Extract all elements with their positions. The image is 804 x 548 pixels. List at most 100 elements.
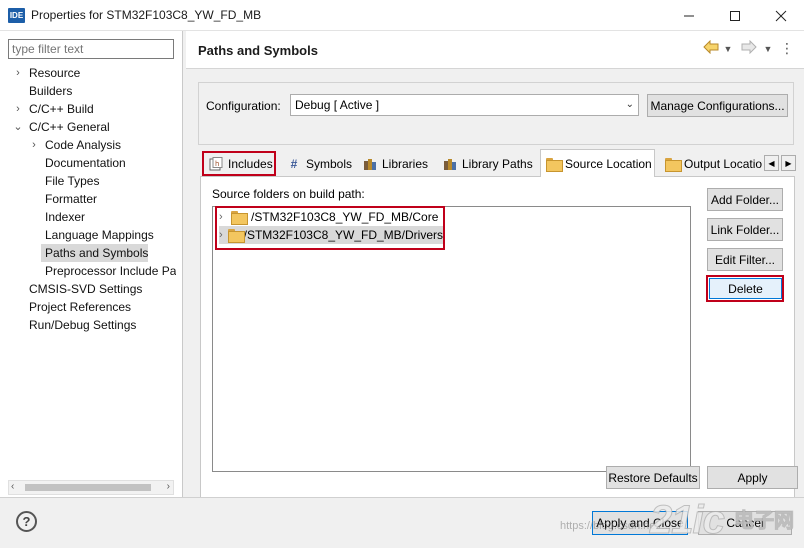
chevron-right-icon[interactable]: › [219, 226, 228, 244]
library-paths-icon [442, 156, 458, 172]
tree-item-label: C/C++ General [29, 120, 110, 134]
window-title: Properties for STM32F103C8_YW_FD_MB [31, 8, 262, 22]
list-item[interactable]: › /STM32F103C8_YW_FD_MB/Drivers [219, 226, 443, 244]
scroll-left-icon[interactable]: ‹ [11, 481, 14, 492]
tree-item-label: Indexer [45, 210, 86, 224]
svg-text:h: h [215, 160, 219, 168]
folder-path: /STM32F103C8_YW_FD_MB/Drivers [243, 228, 443, 242]
tree-item-builders[interactable]: Builders [0, 82, 182, 100]
maximize-icon [730, 10, 740, 21]
chevron-down-icon[interactable]: ⌄ [13, 118, 23, 136]
chevron-down-icon: ⌄ [625, 99, 634, 110]
scroll-right-icon: ▶ [785, 158, 792, 168]
list-item[interactable]: › /STM32F103C8_YW_FD_MB/Core [219, 208, 443, 226]
folder-icon [227, 229, 245, 243]
includes-icon: h [208, 156, 224, 172]
tree-item-project-references[interactable]: Project References [0, 298, 182, 316]
libraries-icon [362, 156, 378, 172]
tree-item-documentation[interactable]: Documentation [0, 154, 182, 172]
restore-defaults-button[interactable]: Restore Defaults [606, 466, 700, 489]
tree-item-label: CMSIS-SVD Settings [29, 282, 143, 296]
page-title: Paths and Symbols [198, 43, 318, 58]
tree-horizontal-scrollbar[interactable]: ‹ › [8, 480, 174, 495]
chevron-right-icon[interactable]: › [13, 64, 23, 82]
tab-scroll-right-button[interactable]: ▶ [781, 155, 796, 171]
scroll-left-icon: ◀ [768, 158, 775, 168]
tree-item-indexer[interactable]: Indexer [0, 208, 182, 226]
hash-icon: # [290, 157, 298, 171]
tab-library-paths[interactable]: Library Paths [438, 152, 536, 176]
category-tree: › Resource Builders › C/C++ Build ⌄ C/C+… [0, 64, 182, 334]
scroll-right-icon[interactable]: › [167, 481, 170, 492]
configuration-value: Debug [ Active ] [295, 98, 380, 112]
folder-icon [545, 156, 563, 172]
tab-scroll-left-button[interactable]: ◀ [764, 155, 779, 171]
folder-icon [231, 211, 248, 225]
tree-item-label: Formatter [45, 192, 98, 206]
manage-configurations-button[interactable]: Manage Configurations... [647, 94, 788, 117]
tree-item-cpp-build[interactable]: › C/C++ Build [0, 100, 182, 118]
view-menu-icon[interactable]: ⋮ [780, 40, 794, 58]
link-folder-button[interactable]: Link Folder... [707, 218, 783, 241]
tree-item-preprocessor-include-paths[interactable]: Preprocessor Include Pat [0, 262, 176, 280]
output-folder-icon [664, 156, 682, 172]
close-icon [775, 10, 787, 21]
forward-menu-chevron-icon[interactable]: ▼ [762, 40, 774, 58]
app-icon: IDE [8, 8, 25, 23]
tree-item-label: File Types [45, 174, 100, 188]
tree-item-label: Preprocessor Include Pat [45, 264, 176, 278]
tree-item-language-mappings[interactable]: Language Mappings [0, 226, 182, 244]
tree-item-label: Documentation [45, 156, 126, 170]
tab-symbols[interactable]: # Symbols [282, 152, 356, 176]
tree-item-label: Resource [29, 66, 81, 80]
tab-label: Source Location [565, 156, 652, 171]
chevron-right-icon[interactable]: › [13, 100, 23, 118]
tree-item-label: Project References [29, 300, 132, 314]
delete-button[interactable]: Delete [709, 278, 782, 299]
tree-item-file-types[interactable]: File Types [0, 172, 182, 190]
configuration-select[interactable]: Debug [ Active ] ⌄ [290, 94, 639, 116]
chevron-right-icon[interactable]: › [219, 208, 231, 226]
tab-divider [200, 176, 794, 177]
tree-item-paths-and-symbols[interactable]: Paths and Symbols [41, 244, 148, 262]
scrollbar-thumb[interactable] [25, 484, 151, 491]
tab-label: Output Locatio [684, 157, 763, 171]
tree-item-label: Run/Debug Settings [29, 318, 137, 332]
folder-path: /STM32F103C8_YW_FD_MB/Core [251, 210, 439, 224]
tree-item-formatter[interactable]: Formatter [0, 190, 182, 208]
tree-item-run-debug-settings[interactable]: Run/Debug Settings [0, 316, 182, 334]
tree-item-cpp-general[interactable]: ⌄ C/C++ General [0, 118, 182, 136]
chevron-right-icon[interactable]: › [29, 136, 39, 154]
back-menu-chevron-icon[interactable]: ▼ [722, 40, 734, 58]
maximize-button[interactable] [712, 0, 758, 31]
tab-label: Includes [228, 156, 273, 171]
add-folder-button[interactable]: Add Folder... [707, 188, 783, 211]
tree-item-label: C/C++ Build [29, 102, 94, 116]
tree-item-label: Builders [29, 84, 73, 98]
tab-includes[interactable]: h Includes [202, 151, 276, 176]
watermark-site: 电子网 [734, 510, 795, 533]
tree-item-resource[interactable]: › Resource [0, 64, 182, 82]
tree-item-label: Code Analysis [45, 138, 122, 152]
source-folders-label: Source folders on build path: [212, 187, 365, 201]
configuration-label: Configuration: [206, 99, 281, 113]
tree-item-label: Paths and Symbols [45, 246, 149, 260]
help-icon[interactable]: ? [16, 511, 37, 532]
tab-label: Symbols [306, 157, 353, 171]
tab-source-location[interactable]: Source Location [540, 149, 655, 177]
tree-item-cmsis-svd-settings[interactable]: CMSIS-SVD Settings [0, 280, 182, 298]
tree-item-code-analysis[interactable]: › Code Analysis [0, 136, 182, 154]
edit-filter-button[interactable]: Edit Filter... [707, 248, 783, 271]
apply-button[interactable]: Apply [707, 466, 798, 489]
tree-item-label: Language Mappings [45, 228, 154, 242]
close-button[interactable] [758, 0, 804, 31]
watermark-brand: 21ic [650, 498, 726, 543]
tab-libraries[interactable]: Libraries [358, 152, 434, 176]
back-arrow-icon[interactable] [702, 39, 720, 58]
tab-output-location[interactable]: Output Locatio [660, 152, 764, 176]
tab-label: Library Paths [462, 157, 533, 171]
minimize-button[interactable] [666, 0, 712, 31]
minimize-icon [684, 15, 694, 16]
forward-arrow-icon[interactable] [740, 39, 758, 58]
filter-input[interactable] [8, 39, 174, 59]
